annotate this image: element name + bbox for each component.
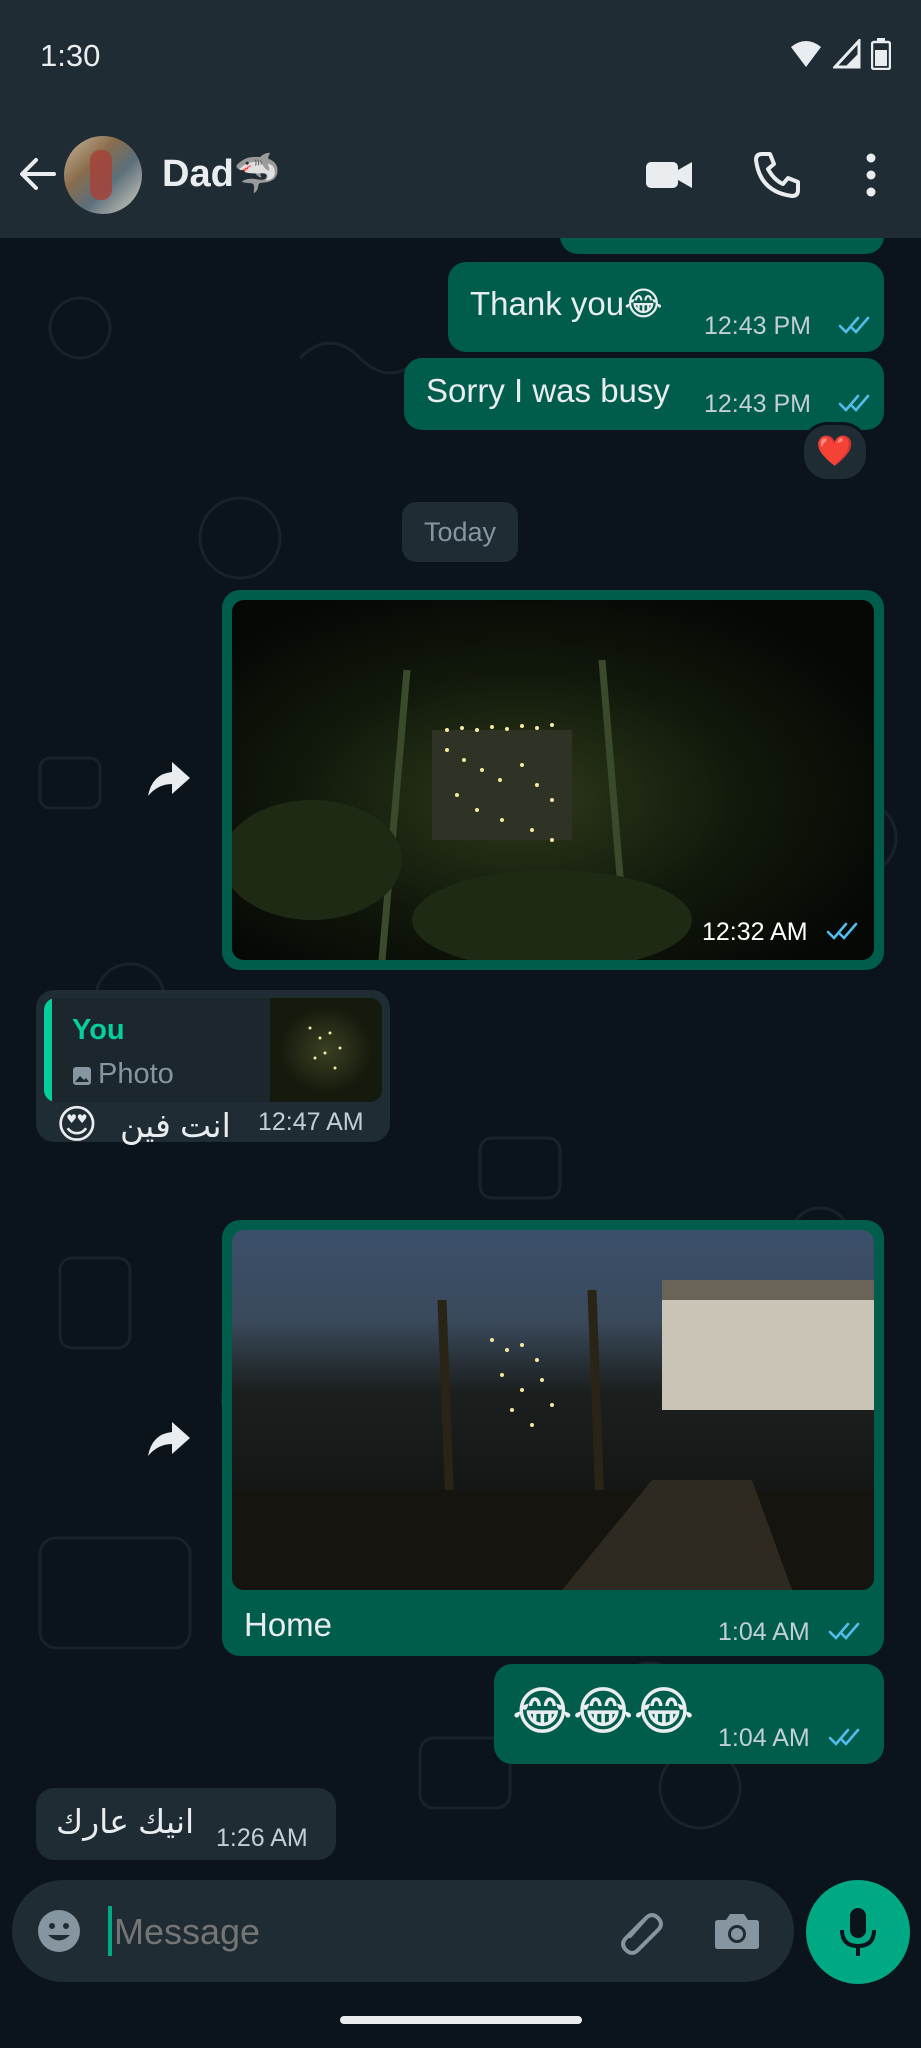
photo-icon xyxy=(73,1067,91,1085)
photo-message-bubble[interactable]: Home 1:04 AM xyxy=(222,1220,884,1656)
read-receipt-icon xyxy=(828,1622,860,1640)
photo-caption: Home xyxy=(244,1606,333,1643)
cellular-signal-icon xyxy=(833,39,861,69)
camera-icon[interactable] xyxy=(712,1906,762,1956)
status-time: 1:30 xyxy=(40,38,101,73)
voice-call-icon[interactable] xyxy=(752,150,802,200)
message-emoji: 😍 xyxy=(56,1102,98,1148)
battery-icon xyxy=(871,38,891,70)
contact-name[interactable]: Dad🦈 xyxy=(162,152,281,196)
message-text: انيك عارك xyxy=(56,1803,195,1840)
message-time: 12:43 PM xyxy=(704,312,812,340)
message-bubble[interactable]: You Photo 😍 انت فين 12:47 AM xyxy=(36,990,390,1148)
read-receipt-icon xyxy=(826,922,858,940)
message-reaction[interactable]: ❤️ xyxy=(801,422,869,482)
contact-avatar[interactable] xyxy=(64,136,142,214)
message-time: 12:47 AM xyxy=(258,1108,364,1136)
message-bubble[interactable]: انيك عارك 1:26 AM xyxy=(36,1788,336,1860)
read-receipt-icon xyxy=(828,1728,860,1746)
quote-accent-bar xyxy=(44,998,52,1102)
message-text: Thank you😂 xyxy=(470,285,663,322)
date-separator: Today xyxy=(402,502,518,562)
photo-scene xyxy=(232,1280,874,1590)
message-time: 1:04 AM xyxy=(718,1618,810,1646)
microphone-icon xyxy=(840,1908,876,1956)
quote-thumbnail xyxy=(270,998,382,1102)
forward-icon[interactable] xyxy=(140,1412,196,1468)
message-text: انت فين xyxy=(120,1107,231,1144)
chat-header: Dad🦈 xyxy=(0,110,921,238)
quote-author: You xyxy=(72,1014,125,1046)
message-bubble-partial[interactable] xyxy=(560,238,884,254)
photo-time: 12:32 AM xyxy=(702,918,808,946)
quote-label: Photo xyxy=(98,1058,174,1090)
wifi-icon xyxy=(791,41,821,67)
message-text: Sorry I was busy xyxy=(426,372,670,409)
message-time: 1:26 AM xyxy=(216,1824,308,1852)
photo-scene xyxy=(232,659,692,960)
read-receipt-icon xyxy=(838,316,870,334)
quoted-reply[interactable]: You Photo xyxy=(44,998,382,1102)
voice-record-button[interactable] xyxy=(806,1880,910,1984)
message-bubble[interactable]: Sorry I was busy 12:43 PM xyxy=(404,358,884,430)
message-composer[interactable] xyxy=(12,1880,794,1982)
forward-icon[interactable] xyxy=(140,752,196,808)
photo-message-bubble[interactable]: 12:32 AM xyxy=(222,590,884,970)
more-options-icon[interactable] xyxy=(856,150,886,200)
status-bar: 1:30 xyxy=(0,0,921,110)
status-icons xyxy=(789,38,891,70)
message-bubble[interactable]: 😂😂😂 1:04 AM xyxy=(494,1664,884,1764)
back-arrow-icon[interactable] xyxy=(14,150,62,198)
message-time: 1:04 AM xyxy=(718,1724,810,1752)
message-photo[interactable]: 12:32 AM xyxy=(232,600,874,960)
video-call-icon[interactable] xyxy=(644,150,694,200)
message-text: 😂😂😂 xyxy=(512,1682,695,1742)
read-receipt-icon xyxy=(838,394,870,412)
attach-icon[interactable] xyxy=(616,1906,666,1956)
message-bubble[interactable]: Thank you😂 12:43 PM xyxy=(448,262,884,352)
message-photo[interactable] xyxy=(232,1230,874,1590)
message-input[interactable] xyxy=(112,1904,596,1960)
message-time: 12:43 PM xyxy=(704,390,812,418)
gesture-navigation-bar[interactable] xyxy=(340,2016,582,2024)
chat-area[interactable]: Thank you😂 12:43 PM Sorry I was busy 12:… xyxy=(0,238,921,1878)
emoji-icon[interactable] xyxy=(36,1908,82,1954)
